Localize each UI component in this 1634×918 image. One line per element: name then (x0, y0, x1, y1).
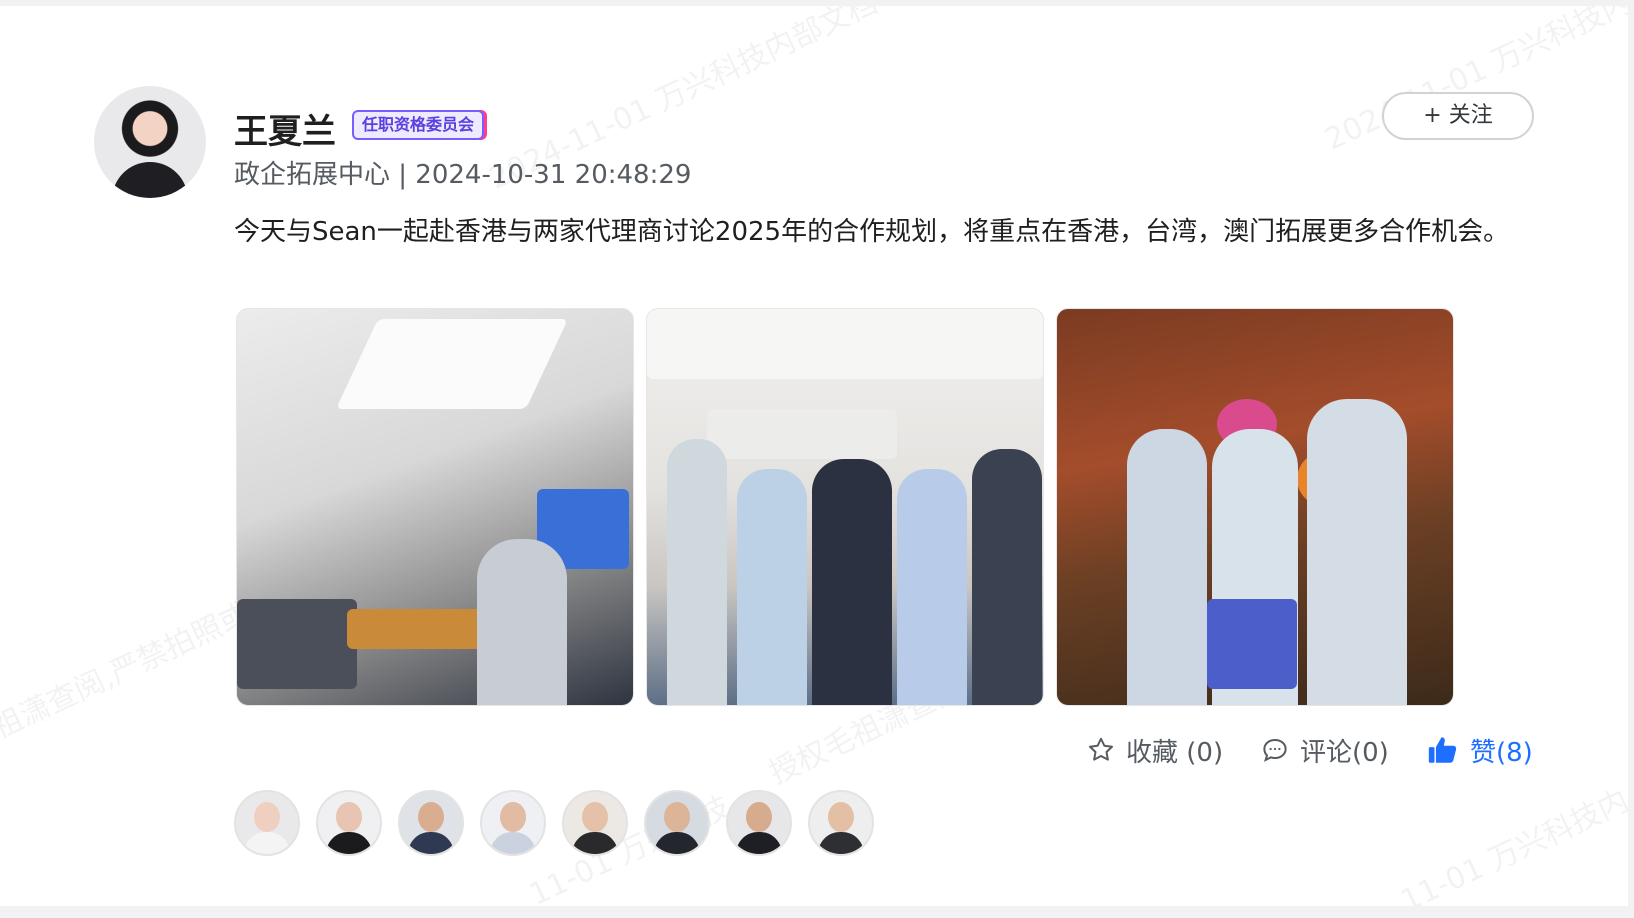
role-badge: 任职资格委员会 (352, 110, 485, 140)
liker-avatar[interactable] (234, 790, 300, 856)
liker-avatar[interactable] (480, 790, 546, 856)
post-card: 2024-11-01 万兴科技内部文档 2024-11-01 万兴科技内 祖潇查… (0, 6, 1628, 906)
flower-wall-photo[interactable] (1056, 308, 1454, 706)
post-meta: 政企拓展中心 | 2024-10-31 20:48:29 (234, 160, 692, 190)
liker-avatar[interactable] (644, 790, 710, 856)
follow-button[interactable]: + 关注 (1382, 92, 1534, 140)
comment-label: 评论(0) (1300, 737, 1389, 768)
watermark: 11-01 万兴科技内 (1395, 783, 1628, 906)
thumbs-up-icon (1426, 733, 1460, 767)
liker-avatar[interactable] (808, 790, 874, 856)
office-group-photo[interactable] (646, 308, 1044, 706)
author-avatar[interactable] (94, 86, 206, 198)
favorite-action[interactable]: 收藏 (0) (1086, 728, 1223, 772)
liker-avatar[interactable] (316, 790, 382, 856)
like-action[interactable]: 赞(8) (1426, 728, 1533, 772)
liker-avatar[interactable] (562, 790, 628, 856)
liker-avatar[interactable] (726, 790, 792, 856)
comment-icon (1260, 735, 1290, 765)
liker-avatar[interactable] (398, 790, 464, 856)
favorite-label: 收藏 (0) (1126, 737, 1224, 768)
comment-action[interactable]: 评论(0) (1260, 728, 1389, 772)
likers-list (234, 790, 874, 856)
meeting-room-photo[interactable] (236, 308, 634, 706)
post-content: 今天与Sean一起赴香港与两家代理商讨论2025年的合作规划，将重点在香港，台湾… (234, 217, 1510, 247)
author-name[interactable]: 王夏兰 (234, 104, 336, 153)
watermark: 祖潇查阅,严禁拍照或 (0, 596, 256, 747)
like-label: 赞(8) (1470, 737, 1533, 768)
star-icon (1086, 735, 1116, 765)
